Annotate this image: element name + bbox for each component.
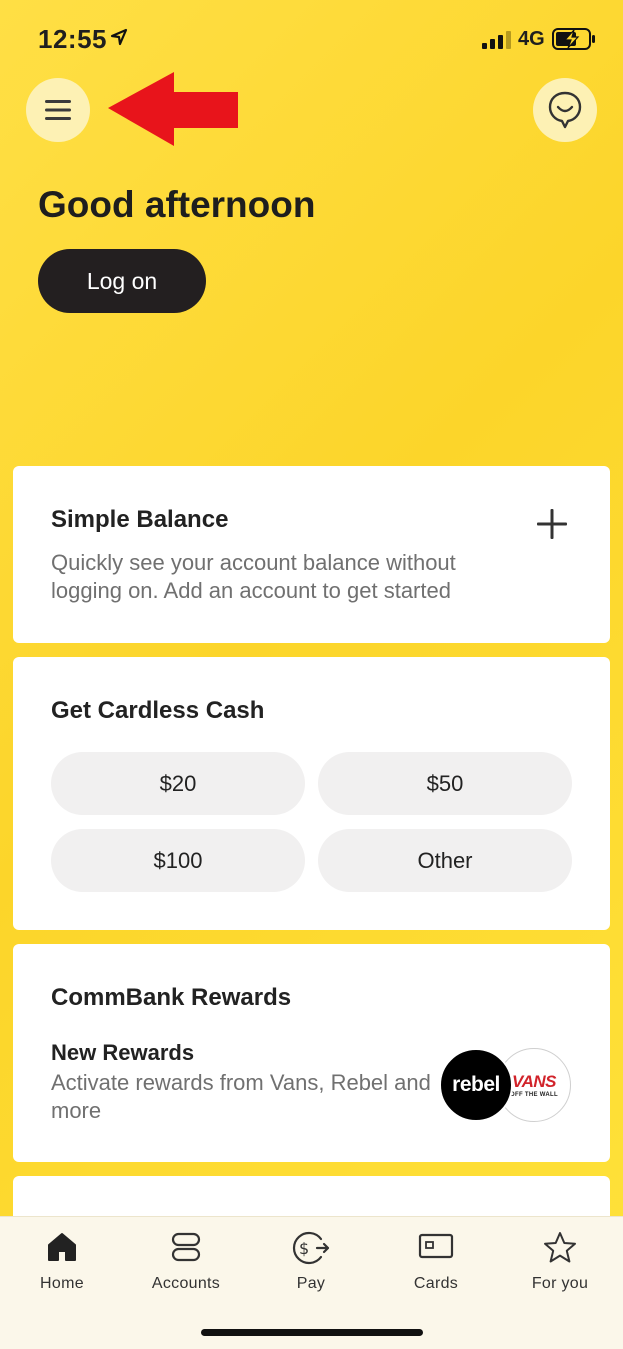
tab-home[interactable]: Home bbox=[0, 1217, 124, 1307]
add-account-plus-icon[interactable] bbox=[536, 508, 568, 540]
vans-logo-tagline: OFF THE WALL bbox=[510, 1092, 558, 1098]
network-type: 4G bbox=[518, 28, 545, 50]
amount-100-button[interactable]: $100 bbox=[51, 829, 305, 892]
home-icon bbox=[48, 1233, 76, 1261]
tab-pay-label: Pay bbox=[296, 1275, 326, 1292]
tab-home-label: Home bbox=[40, 1275, 84, 1292]
tab-cards-label: Cards bbox=[413, 1275, 459, 1292]
tab-for-you-label: For you bbox=[531, 1275, 589, 1292]
svg-text:$: $ bbox=[299, 1239, 309, 1258]
status-time: 12:55 bbox=[38, 24, 107, 54]
red-arrow-annotation bbox=[108, 72, 238, 146]
new-rewards-description: Activate rewards from Vans, Rebel and mo… bbox=[51, 1070, 431, 1123]
tab-cards[interactable]: Cards bbox=[374, 1217, 498, 1307]
star-icon bbox=[544, 1232, 576, 1263]
greeting-heading: Good afternoon bbox=[38, 184, 316, 225]
accounts-icon bbox=[171, 1232, 201, 1262]
cellular-signal-icon bbox=[482, 31, 511, 49]
amount-20-button[interactable]: $20 bbox=[51, 752, 305, 815]
vans-logo-text: VANS bbox=[512, 1072, 556, 1091]
chat-assistant-icon bbox=[548, 91, 582, 129]
tab-pay[interactable]: $ Pay bbox=[249, 1217, 373, 1307]
amount-other-button[interactable]: Other bbox=[318, 829, 572, 892]
simple-balance-card[interactable]: Simple Balance Quickly see your account … bbox=[13, 466, 610, 643]
rebel-logo-text: rebel bbox=[452, 1073, 500, 1096]
commbank-rewards-card[interactable]: CommBank Rewards New Rewards Activate re… bbox=[13, 944, 610, 1162]
tab-for-you[interactable]: For you bbox=[498, 1217, 622, 1307]
status-bar: 12:55 4G bbox=[0, 0, 623, 80]
cards-icon bbox=[418, 1233, 454, 1259]
bottom-tab-bar: Home Accounts $ Pay Cards For you bbox=[0, 1216, 623, 1349]
menu-button[interactable] bbox=[26, 78, 90, 142]
home-indicator bbox=[201, 1329, 423, 1336]
amount-50-button[interactable]: $50 bbox=[318, 752, 572, 815]
cardless-cash-card: Get Cardless Cash $20 $50 $100 Other bbox=[13, 657, 610, 930]
hamburger-menu-icon bbox=[45, 100, 71, 120]
rewards-title: CommBank Rewards bbox=[51, 984, 292, 1011]
cardless-cash-title: Get Cardless Cash bbox=[51, 697, 265, 724]
tab-accounts[interactable]: Accounts bbox=[124, 1217, 248, 1307]
rebel-logo: rebel bbox=[439, 1048, 513, 1122]
simple-balance-description: Quickly see your account balance without… bbox=[51, 550, 456, 603]
assistant-button[interactable] bbox=[533, 78, 597, 142]
tab-accounts-label: Accounts bbox=[151, 1275, 221, 1292]
new-rewards-title: New Rewards bbox=[51, 1040, 195, 1065]
pay-icon: $ bbox=[292, 1231, 330, 1265]
location-arrow-icon bbox=[110, 28, 128, 46]
log-on-button[interactable]: Log on bbox=[38, 249, 206, 313]
simple-balance-title: Simple Balance bbox=[51, 506, 229, 533]
battery-charging-icon bbox=[552, 28, 595, 50]
